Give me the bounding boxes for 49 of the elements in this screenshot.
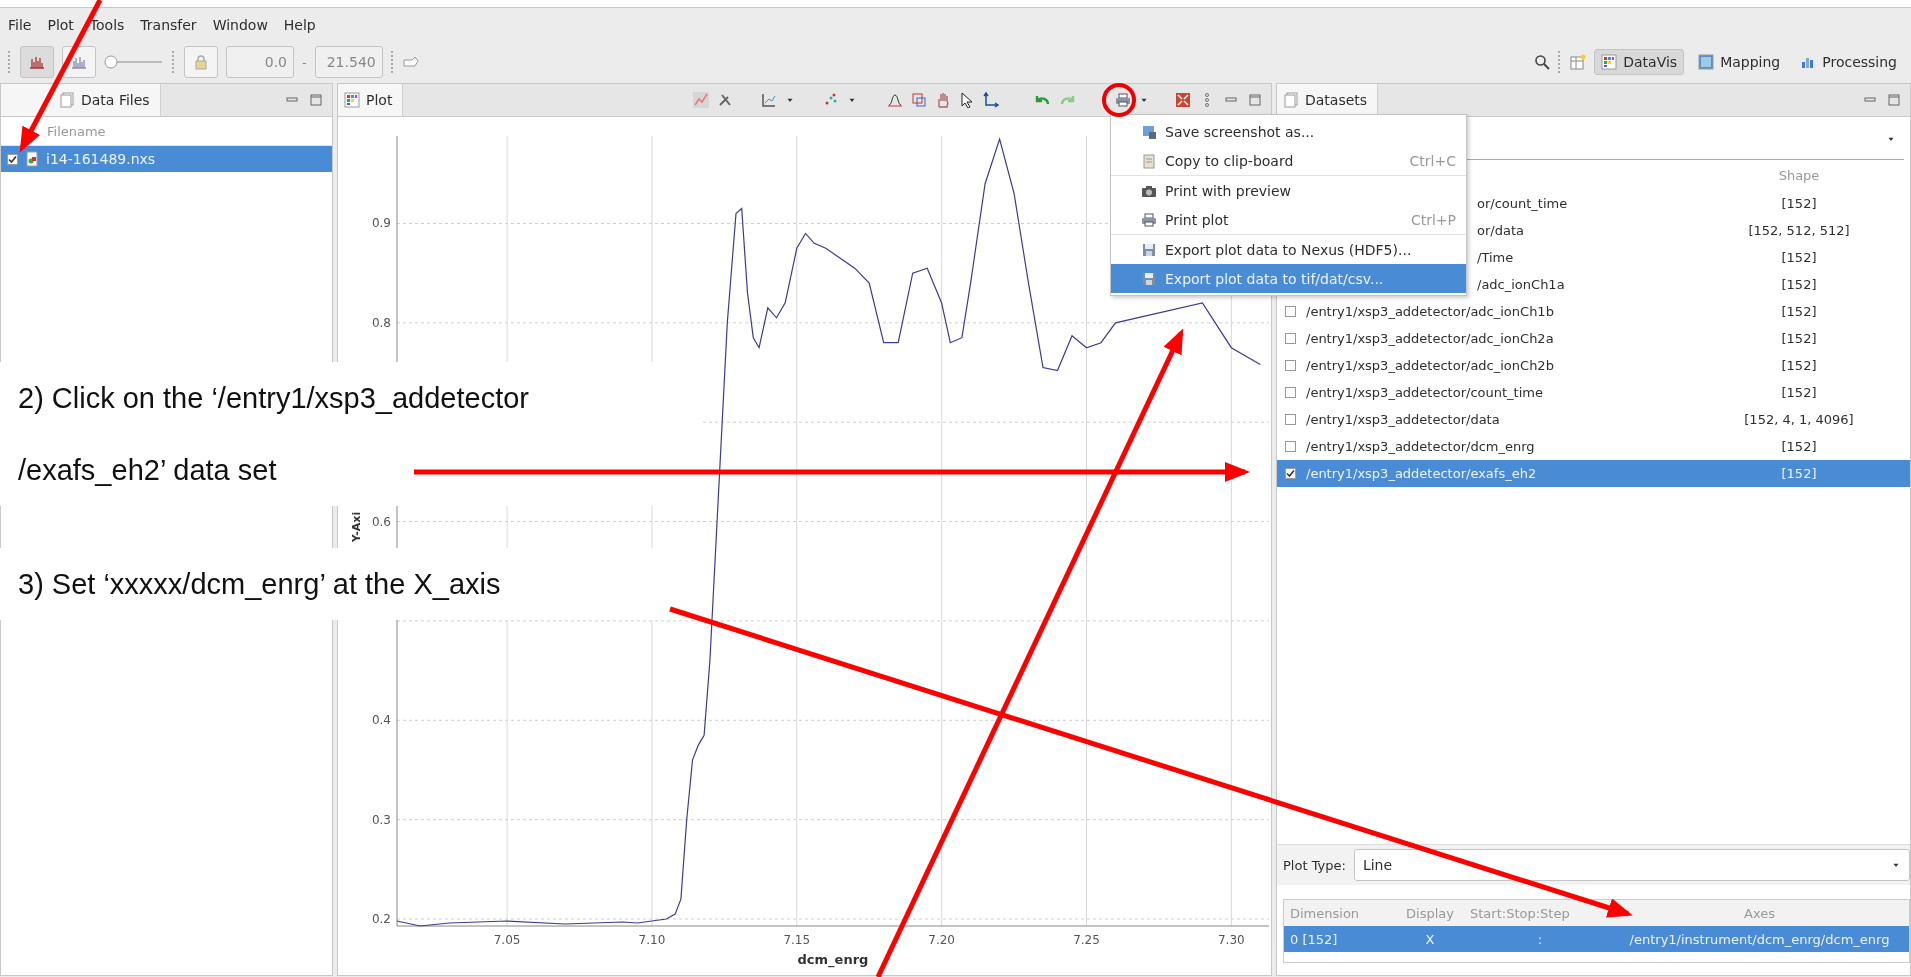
plot-type-label: Plot Type:: [1283, 857, 1346, 873]
tick-label: 7.10: [638, 933, 666, 947]
dataset-name: /entry1/xsp3_addetector/adc_ionCh2b: [1306, 358, 1554, 373]
table-cell-text: X: [1424, 931, 1436, 947]
file-name: i14-161489.nxs: [46, 151, 156, 167]
tick-label: 7.20: [928, 933, 955, 947]
tick-label: 7.30: [1218, 933, 1245, 947]
tick-label: 0.8: [371, 315, 391, 330]
dataset-name: /entry1/xsp3_addetector/adc_ionCh1b: [1306, 304, 1554, 319]
dataset-name: /adc_ionCh1a: [1477, 277, 1565, 292]
axis-label: dcm_enrg: [797, 952, 869, 967]
dataset-size-text: [152]: [1780, 277, 1818, 292]
dataset-name: or/data: [1477, 223, 1524, 238]
dataset-size-text: [152]: [1780, 196, 1818, 211]
table-cell-text: 0 [152]: [1290, 931, 1339, 947]
annotation-text: 2) Click on the ‘/entry1/xsp3_addetector /exafs_eh2’ data set: [0, 362, 700, 506]
dataset-name: /entry1/xsp3_addetector/count_time: [1306, 385, 1543, 400]
dataset-name: /entry1/xsp3_addetector/dcm_enrg: [1306, 439, 1535, 454]
dataset-name: /entry1/xsp3_addetector/adc_ionCh2a: [1306, 331, 1554, 346]
tick-label: 0.6: [371, 514, 391, 529]
tick-label: 0.4: [371, 713, 391, 728]
dataset-name: or/count_time: [1477, 196, 1568, 211]
dataset-name: /entry1/xsp3_addetector/data: [1306, 412, 1500, 427]
table-cell-text: /entry1/instrument/dcm_enrg/dcm_enrg: [1628, 931, 1891, 947]
dataset-size-text: [152, 4, 1, 4096]: [1743, 412, 1855, 427]
column-header: Shape: [1777, 167, 1821, 183]
range-separator: -: [302, 54, 307, 70]
table-cell-text: :: [1536, 931, 1544, 947]
tick-label: 0.9: [371, 216, 391, 231]
dataset-size-text: [152]: [1780, 331, 1818, 346]
tick-label: 7.25: [1073, 933, 1100, 947]
tick-label: 7.05: [493, 933, 521, 947]
dataset-size-text: [152]: [1780, 439, 1818, 454]
dataset-size-text: [152, 512, 512]: [1747, 223, 1851, 238]
dataset-name: /Time: [1477, 250, 1514, 265]
tick-label: 0.2: [371, 912, 391, 927]
dataset-size-text: [152]: [1780, 304, 1818, 319]
dataset-name: /entry1/xsp3_addetector/exafs_eh2: [1306, 466, 1537, 481]
column-header: Axes: [1743, 905, 1776, 921]
column-header: Start:Stop:Step: [1470, 905, 1571, 921]
dataset-size-text: [152]: [1780, 466, 1818, 481]
tick-label: 0.3: [371, 812, 391, 827]
dataset-size-text: [152]: [1780, 385, 1818, 400]
column-header: Display: [1405, 905, 1455, 921]
tick-label: 7.15: [783, 933, 811, 947]
axis-label: Y-Axi: [350, 511, 363, 543]
column-header: Dimension: [1290, 905, 1361, 921]
dataset-size-text: [152]: [1780, 250, 1818, 265]
dataset-size-text: [152]: [1780, 358, 1818, 373]
